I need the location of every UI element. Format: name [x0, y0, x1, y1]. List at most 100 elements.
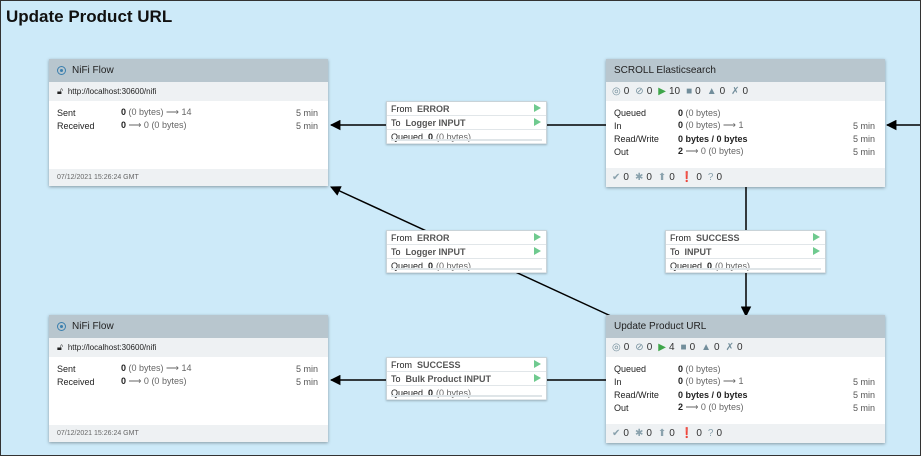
- relationship-arrow-icon: [534, 374, 541, 382]
- received-detail: ⟶ 0 (0 bytes): [128, 120, 187, 130]
- asterisk-icon: ✱: [634, 428, 644, 439]
- queued-label: Queued: [614, 363, 647, 374]
- from-key: From: [391, 103, 412, 114]
- disabled-icon: ✗: [725, 342, 734, 353]
- connection-queued: Queued 0 (0 bytes): [387, 259, 546, 273]
- relationship-arrow-icon: [534, 247, 541, 255]
- locally-modified-count: 0: [646, 172, 652, 183]
- sent-count: 0: [121, 363, 127, 373]
- received-count: 0: [121, 376, 127, 386]
- queued-detail: (0 bytes): [685, 363, 721, 374]
- from-value: SUCCESS: [696, 232, 740, 243]
- arrow-up-icon: ⬆: [657, 172, 667, 183]
- received-window: 5 min: [295, 120, 318, 131]
- received-detail: ⟶ 0 (0 bytes): [128, 376, 187, 386]
- asterisk-icon: ✱: [634, 172, 644, 183]
- remote-group-timestamp: 07/12/2021 15:26:24 GMT: [49, 169, 328, 186]
- relationship-arrow-icon: [534, 360, 541, 368]
- received-row: Received 0 ⟶ 0 (0 bytes) 5 min: [57, 119, 318, 132]
- version-counts: ✔ 0 ✱ 0 ⬆ 0 ❗ 0 ? 0: [606, 168, 885, 187]
- received-row: Received 0 ⟶ 0 (0 bytes) 5 min: [57, 375, 318, 388]
- received-count: 0: [121, 120, 127, 130]
- in-count: 0: [678, 376, 684, 386]
- process-group-name[interactable]: SCROLL Elasticsearch: [606, 59, 885, 82]
- in-window: 5 min: [852, 376, 875, 387]
- received-label: Received: [57, 120, 95, 131]
- connection-label[interactable]: From SUCCESS To INPUT Queued 0 (0 bytes): [665, 230, 826, 273]
- not-transmitting-count: 0: [646, 342, 653, 353]
- remote-process-group[interactable]: NiFi Flow 🔓︎ http://localhost:30600/nifi…: [49, 59, 328, 186]
- sent-detail: (0 bytes) ⟶ 14: [128, 107, 192, 117]
- remote-group-stats: Sent 0 (0 bytes) ⟶ 14 5 min Received 0 ⟶…: [49, 101, 328, 132]
- process-group-stats: Queued 0 (0 bytes) In 0 (0 bytes) ⟶ 1 5 …: [606, 101, 885, 158]
- sync-failure-count: 0: [716, 172, 722, 183]
- out-detail: ⟶ 0 (0 bytes): [685, 146, 744, 156]
- remote-group-header[interactable]: NiFi Flow: [49, 315, 328, 338]
- remote-group-header[interactable]: NiFi Flow: [49, 59, 328, 82]
- process-group-update-product-url[interactable]: Update Product URL ◎ 0 ⊘ 0 ▶ 4 ■ 0 ▲ 0 ✗ 0 Que…: [606, 315, 885, 443]
- running-count: 4: [668, 342, 675, 353]
- out-count: 2: [678, 146, 684, 156]
- process-group-name[interactable]: Update Product URL: [606, 315, 885, 338]
- connection-from: From ERROR: [387, 231, 546, 245]
- locally-modified-count: 0: [646, 428, 652, 439]
- connection-label[interactable]: From ERROR To Logger INPUT Queued 0 (0 bytes…: [386, 101, 547, 144]
- component-counts: ◎ 0 ⊘ 0 ▶ 10 ■ 0 ▲ 0 ✗ 0: [606, 82, 885, 101]
- read-write-window: 5 min: [852, 133, 875, 144]
- remote-group-name: NiFi Flow: [72, 321, 114, 332]
- stale-count: 0: [669, 172, 675, 183]
- out-row: Out 2 ⟶ 0 (0 bytes) 5 min: [614, 145, 875, 158]
- out-window: 5 min: [852, 146, 875, 157]
- out-row: Out 2 ⟶ 0 (0 bytes) 5 min: [614, 401, 875, 414]
- up-to-date-count: 0: [623, 428, 629, 439]
- sync-failure-count: 0: [716, 428, 722, 439]
- received-window: 5 min: [295, 376, 318, 387]
- from-value: ERROR: [417, 232, 450, 243]
- read-write-value: 0 bytes / 0 bytes: [678, 389, 748, 400]
- version-counts: ✔ 0 ✱ 0 ⬆ 0 ❗ 0 ? 0: [606, 424, 885, 443]
- warning-icon: ▲: [701, 342, 712, 353]
- to-key: To: [391, 246, 401, 257]
- sent-label: Sent: [57, 363, 76, 374]
- remote-group-url-bar: 🔓︎ http://localhost:30600/nifi: [49, 338, 328, 357]
- relationship-arrow-icon: [534, 104, 541, 112]
- relationship-arrow-icon: [534, 233, 541, 241]
- read-write-row: Read/Write 0 bytes / 0 bytes 5 min: [614, 132, 875, 145]
- to-key: To: [670, 246, 680, 257]
- connection-to: To Logger INPUT: [387, 245, 546, 259]
- remote-group-timestamp: 07/12/2021 15:26:24 GMT: [49, 425, 328, 442]
- process-group-scroll-elasticsearch[interactable]: SCROLL Elasticsearch ◎ 0 ⊘ 0 ▶ 10 ■ 0 ▲ 0 ✗ 0 …: [606, 59, 885, 187]
- sent-row: Sent 0 (0 bytes) ⟶ 14 5 min: [57, 106, 318, 119]
- connection-label[interactable]: From SUCCESS To Bulk Product INPUT Queued 0…: [386, 357, 547, 400]
- connection-to: To Logger INPUT: [387, 116, 546, 130]
- sent-detail: (0 bytes) ⟶ 14: [128, 363, 192, 373]
- queue-progress-bar: [391, 268, 542, 270]
- check-icon: ✔: [612, 172, 621, 183]
- out-label: Out: [614, 146, 629, 157]
- connection-queued: Queued 0 (0 bytes): [387, 386, 546, 400]
- queued-label: Queued: [614, 107, 647, 118]
- invalid-count: 0: [719, 86, 726, 97]
- exclamation-icon: ❗: [680, 172, 694, 183]
- queued-count: 0: [678, 363, 684, 374]
- in-count: 0: [678, 120, 684, 130]
- modified-stale-count: 0: [696, 172, 702, 183]
- queued-detail: (0 bytes): [685, 107, 721, 118]
- connection-queued: Queued 0 (0 bytes): [387, 130, 546, 144]
- remote-process-group[interactable]: NiFi Flow 🔓︎ http://localhost:30600/nifi…: [49, 315, 328, 442]
- in-row: In 0 (0 bytes) ⟶ 1 5 min: [614, 375, 875, 388]
- transmitting-count: 0: [623, 86, 630, 97]
- connection-label[interactable]: From ERROR To Logger INPUT Queued 0 (0 bytes…: [386, 230, 547, 273]
- read-write-window: 5 min: [852, 389, 875, 400]
- read-write-label: Read/Write: [614, 389, 659, 400]
- modified-stale-count: 0: [696, 428, 702, 439]
- queued-row: Queued 0 (0 bytes): [614, 362, 875, 375]
- remote-group-url: http://localhost:30600/nifi: [67, 87, 157, 96]
- disabled-icon: ✗: [731, 86, 740, 97]
- unlocked-icon: 🔓︎: [57, 342, 63, 352]
- flow-canvas[interactable]: Update Product URL NiFi Flow 🔓︎ http://l…: [0, 0, 921, 456]
- queued-count: 0: [678, 107, 684, 118]
- stop-icon: ■: [686, 86, 693, 97]
- remote-group-stats: Sent 0 (0 bytes) ⟶ 14 5 min Received 0 ⟶…: [49, 357, 328, 388]
- play-icon: ▶: [658, 342, 666, 353]
